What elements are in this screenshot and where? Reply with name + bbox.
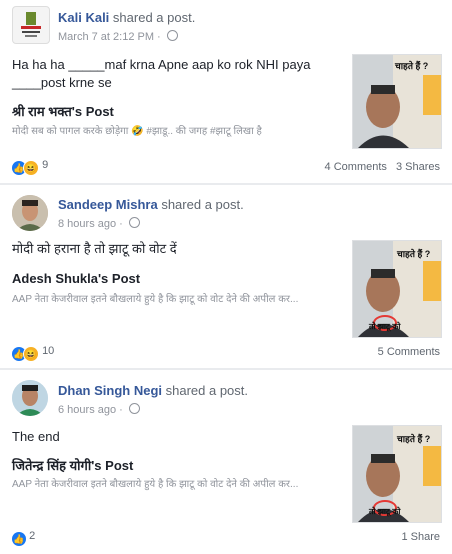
thumbnail-caption: चाहते हैं ? bbox=[397, 249, 431, 259]
post-stats: 5 Comments bbox=[372, 346, 440, 358]
avatar[interactable] bbox=[12, 380, 48, 416]
action-text: shared a post. bbox=[161, 197, 244, 212]
globe-icon bbox=[166, 30, 178, 41]
like-icon: 👍 bbox=[12, 532, 26, 546]
thumbnail-caption: चाहते हैं ? bbox=[395, 61, 429, 71]
shared-post-thumbnail[interactable]: चाहते हैं ? तो झाटू को bbox=[352, 240, 442, 338]
shares-count[interactable]: 1 Share bbox=[401, 531, 440, 543]
profile-photo-icon bbox=[12, 195, 48, 231]
comments-count[interactable]: 5 Comments bbox=[378, 346, 440, 358]
original-post-title[interactable]: श्री राम भक्त's Post bbox=[12, 102, 114, 120]
author-name[interactable]: Dhan Singh Negi bbox=[58, 383, 162, 398]
profile-photo-icon bbox=[12, 380, 48, 416]
haha-icon: 😆 bbox=[23, 160, 39, 176]
post-header: Dhan Singh Negi shared a post. bbox=[58, 383, 248, 398]
post-card: Sandeep Mishra shared a post. 8 hours ag… bbox=[0, 185, 452, 368]
post-card: Kali Kali shared a post. March 7 at 2:12… bbox=[0, 0, 452, 183]
shared-post-thumbnail[interactable]: चाहते हैं ? तो झाटू को bbox=[352, 425, 442, 523]
original-post-title[interactable]: Adesh Shukla's Post bbox=[12, 271, 140, 286]
post-meta: 6 hours ago · bbox=[58, 403, 140, 416]
author-name[interactable]: Sandeep Mishra bbox=[58, 197, 158, 212]
reaction-count: 10 bbox=[42, 345, 55, 357]
shares-count[interactable]: 3 Shares bbox=[396, 161, 440, 173]
post-meta: 8 hours ago · bbox=[58, 217, 140, 230]
post-stats: 4 Comments 3 Shares bbox=[319, 161, 440, 173]
avatar[interactable] bbox=[12, 6, 50, 44]
post-meta: March 7 at 2:12 PM · bbox=[58, 30, 178, 43]
comments-count[interactable]: 4 Comments bbox=[325, 161, 387, 173]
thumbnail-caption-bottom: तो झाटू को bbox=[369, 322, 401, 331]
thumbnail-caption: चाहते हैं ? bbox=[397, 434, 431, 444]
original-post-snippet: AAP नेता केजरीवाल इतने बौखलाये हुये है क… bbox=[12, 294, 299, 305]
post-header: Sandeep Mishra shared a post. bbox=[58, 197, 244, 212]
post-text: मोदी को हराना है तो झाटू को वोट दें bbox=[12, 241, 177, 256]
timestamp[interactable]: March 7 at 2:12 PM bbox=[58, 31, 154, 43]
timestamp[interactable]: 8 hours ago bbox=[58, 218, 116, 230]
thumbnail-caption-bottom: तो झाटू को bbox=[369, 507, 401, 516]
original-post-snippet: AAP नेता केजरीवाल इतने बौखलाये हुये है क… bbox=[12, 479, 299, 490]
reactions[interactable]: 👍😆 10 bbox=[12, 345, 54, 362]
post-text: Ha ha ha _____maf krna Apne aap ko rok N… bbox=[12, 57, 311, 90]
timestamp[interactable]: 6 hours ago bbox=[58, 404, 116, 416]
globe-icon bbox=[128, 217, 140, 228]
post-stats: 1 Share bbox=[395, 531, 440, 543]
post-header: Kali Kali shared a post. bbox=[58, 10, 195, 25]
reaction-count: 9 bbox=[42, 159, 49, 171]
reactions[interactable]: 👍 2 bbox=[12, 530, 35, 546]
haha-icon: 😆 bbox=[23, 346, 39, 362]
shared-post-thumbnail[interactable]: चाहते हैं ? bbox=[352, 54, 442, 149]
author-name[interactable]: Kali Kali bbox=[58, 10, 109, 25]
post-card: Dhan Singh Negi shared a post. 6 hours a… bbox=[0, 370, 452, 554]
reaction-count: 2 bbox=[29, 530, 36, 542]
post-text: The end bbox=[12, 429, 60, 444]
reactions[interactable]: 👍😆 9 bbox=[12, 159, 48, 176]
original-post-title[interactable]: जितेन्द्र सिंह योगी's Post bbox=[12, 456, 133, 474]
original-post-snippet: मोदी सब को पागल करके छोड़ेगा 🤣 #झाडू.. क… bbox=[12, 126, 262, 137]
action-text: shared a post. bbox=[112, 10, 196, 25]
profile-logo-icon bbox=[21, 12, 41, 37]
avatar[interactable] bbox=[12, 195, 48, 231]
globe-icon bbox=[128, 403, 140, 414]
action-text: shared a post. bbox=[165, 383, 249, 398]
